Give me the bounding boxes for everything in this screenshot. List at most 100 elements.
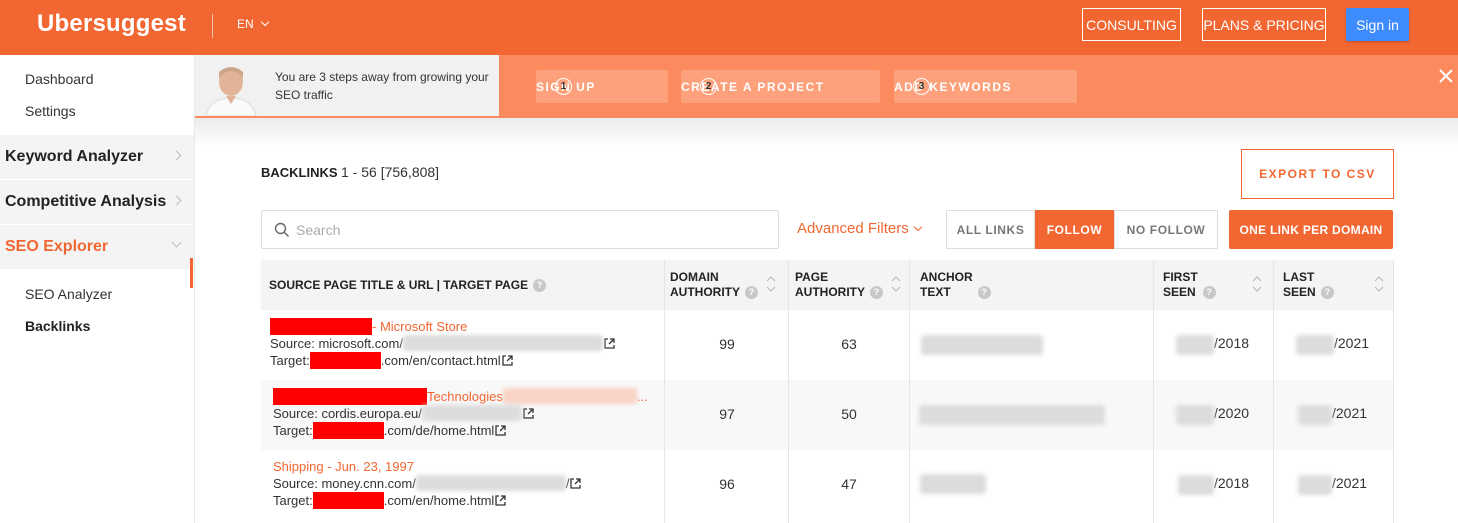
source-url[interactable]: cordis.europa.eu/ <box>321 406 421 421</box>
column-header-line: FIRST <box>1163 270 1198 284</box>
sort-icon[interactable] <box>766 274 776 294</box>
column-header-label: PAGE AUTHORITY <box>795 270 865 300</box>
step-create-project[interactable]: 2 CREATE A PROJECT <box>681 70 880 103</box>
external-link-icon[interactable] <box>502 355 513 366</box>
sidebar-group-keyword-analyzer[interactable]: Keyword Analyzer <box>0 135 194 179</box>
column-header-anchor-text: ANCHOR TEXT? <box>920 260 1040 310</box>
sidebar-group-label: Keyword Analyzer <box>5 148 144 165</box>
search-input[interactable] <box>296 220 756 240</box>
page-title-link[interactable]: Technologies <box>427 389 503 404</box>
column-divider <box>1153 260 1154 523</box>
redacted-block <box>1298 405 1332 425</box>
one-link-per-domain-button[interactable]: ONE LINK PER DOMAIN <box>1229 210 1393 249</box>
filter-follow[interactable]: FOLLOW <box>1035 210 1114 249</box>
help-icon[interactable]: ? <box>745 285 758 299</box>
search-box[interactable] <box>261 210 779 249</box>
step-sign-up[interactable]: 1 SIGN UP <box>536 70 668 103</box>
column-divider <box>788 260 789 523</box>
source-url[interactable]: microsoft.com/ <box>318 336 403 351</box>
table-header: SOURCE PAGE TITLE & URL | TARGET PAGE? D… <box>261 260 1393 310</box>
redacted-block <box>502 388 637 404</box>
title-ellipsis: ... <box>636 389 648 404</box>
onboarding-banner: You are 3 steps away from growing your S… <box>195 55 1458 118</box>
logo-divider <box>212 14 213 38</box>
domain-authority-value: 96 <box>719 476 735 492</box>
ubersuggest-logo[interactable]: Ubersuggest <box>37 10 186 38</box>
page-title-link[interactable]: Shipping - Jun. 23, 1997 <box>273 459 414 474</box>
sidebar-group-label: Competitive Analysis <box>5 193 167 210</box>
plans-pricing-button[interactable]: PLANS & PRICING <box>1202 8 1326 41</box>
banner-shadow <box>195 118 1458 148</box>
redacted-block <box>919 405 1105 425</box>
sidebar-group-competitive-analysis[interactable]: Competitive Analysis <box>0 180 194 224</box>
external-link-icon[interactable] <box>495 425 506 436</box>
sidebar-group-label: SEO Explorer <box>5 238 109 255</box>
column-divider <box>664 260 665 523</box>
sidebar-item-dashboard[interactable]: Dashboard <box>25 71 94 87</box>
last-seen-value: /2021 <box>1332 405 1368 421</box>
sort-icon[interactable] <box>1374 274 1384 294</box>
step-number: 3 <box>913 78 930 95</box>
page-title-line: - Microsoft Store <box>270 318 615 335</box>
help-icon[interactable]: ? <box>1320 285 1334 299</box>
source-line: Source: microsoft.com/ <box>270 335 615 352</box>
column-header-label: SOURCE PAGE TITLE & URL | TARGET PAGE <box>269 277 529 292</box>
external-link-icon[interactable] <box>495 495 506 506</box>
help-icon[interactable]: ? <box>1202 285 1216 299</box>
column-header-line: SEEN <box>1283 285 1316 299</box>
help-icon[interactable]: ? <box>977 285 991 299</box>
consulting-button[interactable]: CONSULTING <box>1082 8 1181 41</box>
last-seen-cell: /2021 <box>1296 335 1369 355</box>
column-header-line: TEXT <box>920 285 951 299</box>
filter-all-links[interactable]: ALL LINKS <box>946 210 1035 249</box>
help-icon[interactable]: ? <box>870 285 883 299</box>
first-seen-value: /2018 <box>1214 335 1250 351</box>
page-authority-value: 63 <box>841 336 857 352</box>
first-seen-value: /2020 <box>1214 405 1250 421</box>
source-cell: Technologies... Source: cordis.europa.eu… <box>273 388 648 439</box>
sign-in-button[interactable]: Sign in <box>1346 8 1409 41</box>
target-label: Target: <box>273 493 313 508</box>
column-header-line: DOMAIN <box>670 270 719 284</box>
advanced-filters-toggle[interactable]: Advanced Filters <box>797 220 922 237</box>
external-link-icon[interactable] <box>604 338 615 349</box>
step-add-keywords[interactable]: 3 ADD KEYWORDS <box>894 70 1077 103</box>
column-header-domain-authority[interactable]: DOMAIN AUTHORITY? <box>670 260 780 310</box>
source-url[interactable]: money.cnn.com/ <box>321 476 415 491</box>
last-seen-cell: /2021 <box>1298 475 1367 495</box>
column-header-source: SOURCE PAGE TITLE & URL | TARGET PAGE? <box>269 260 664 310</box>
close-icon[interactable] <box>1438 68 1454 84</box>
sort-icon[interactable] <box>1252 274 1262 294</box>
sidebar-item-backlinks[interactable]: Backlinks <box>25 318 90 334</box>
search-icon <box>274 222 289 237</box>
language-selector[interactable]: EN <box>237 17 269 31</box>
sidebar-item-seo-analyzer[interactable]: SEO Analyzer <box>25 286 112 302</box>
redacted-block <box>312 492 384 509</box>
target-url[interactable]: .com/de/home.html <box>384 423 495 438</box>
sidebar-group-seo-explorer[interactable]: SEO Explorer <box>0 225 194 269</box>
target-line: Target: .com/en/home.html <box>273 492 581 509</box>
page-title-link[interactable]: - Microsoft Store <box>372 319 467 334</box>
page-authority-value: 50 <box>841 406 857 422</box>
page-authority-value: 47 <box>841 476 857 492</box>
first-seen-cell: /2020 <box>1176 405 1249 425</box>
chevron-right-icon <box>171 150 182 161</box>
redacted-block <box>402 335 603 351</box>
external-link-icon[interactable] <box>570 478 582 489</box>
help-icon[interactable]: ? <box>533 278 547 292</box>
anchor-text-cell <box>921 335 1043 355</box>
sidebar-item-settings[interactable]: Settings <box>25 103 76 119</box>
column-header-first-seen[interactable]: FIRST SEEN? <box>1163 260 1263 310</box>
column-header-page-authority[interactable]: PAGE AUTHORITY? <box>795 260 905 310</box>
sort-icon[interactable] <box>891 274 901 294</box>
target-url[interactable]: .com/en/home.html <box>384 493 495 508</box>
source-line: Source: money.cnn.com/ / <box>273 475 582 492</box>
external-link-icon[interactable] <box>523 408 534 419</box>
column-header-label: LAST SEEN <box>1283 270 1316 300</box>
backlinks-count: 1 - 56 [756,808] <box>341 164 440 180</box>
target-url[interactable]: .com/en/contact.html <box>381 353 501 368</box>
export-csv-button[interactable]: EXPORT TO CSV <box>1241 149 1394 199</box>
column-header-last-seen[interactable]: LAST SEEN? <box>1283 260 1383 310</box>
filter-no-follow[interactable]: NO FOLLOW <box>1114 210 1218 249</box>
source-url-suffix: / <box>565 476 570 491</box>
